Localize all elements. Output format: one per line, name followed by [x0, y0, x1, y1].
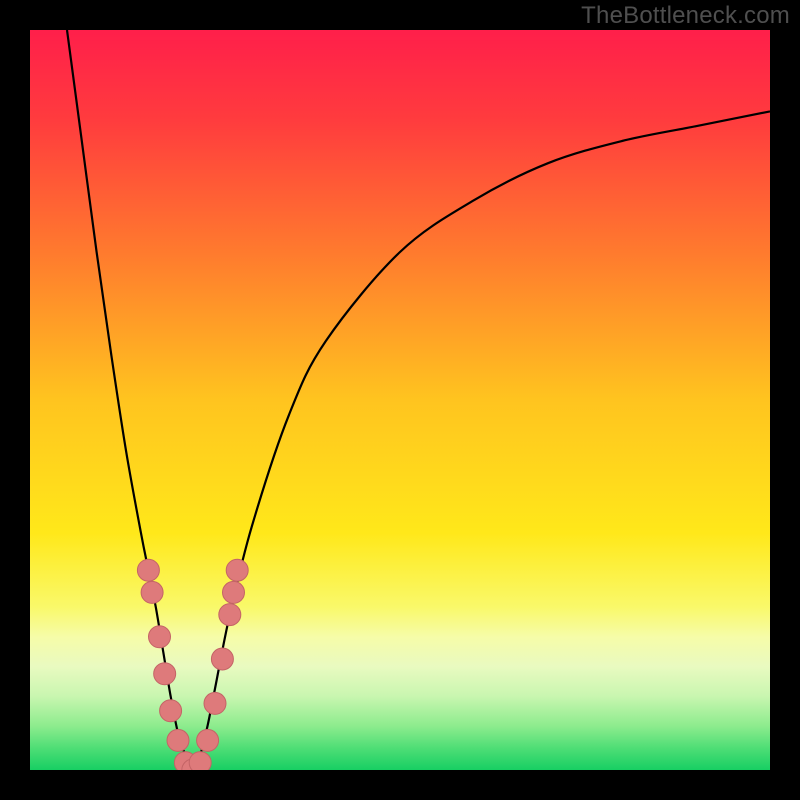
data-dot	[219, 604, 241, 626]
data-dot	[223, 581, 245, 603]
data-dot	[149, 626, 171, 648]
data-dot	[141, 581, 163, 603]
bottleneck-curve	[67, 30, 770, 770]
data-dot	[226, 559, 248, 581]
data-dot	[189, 752, 211, 770]
plot-area	[30, 30, 770, 770]
data-dot	[197, 729, 219, 751]
chart-svg	[30, 30, 770, 770]
data-dot	[160, 700, 182, 722]
watermark-text: TheBottleneck.com	[581, 2, 790, 30]
data-dot	[154, 663, 176, 685]
chart-frame: TheBottleneck.com	[0, 0, 800, 800]
data-dot	[167, 729, 189, 751]
data-dot	[211, 648, 233, 670]
data-dot	[204, 692, 226, 714]
data-dots	[137, 559, 248, 770]
data-dot	[137, 559, 159, 581]
